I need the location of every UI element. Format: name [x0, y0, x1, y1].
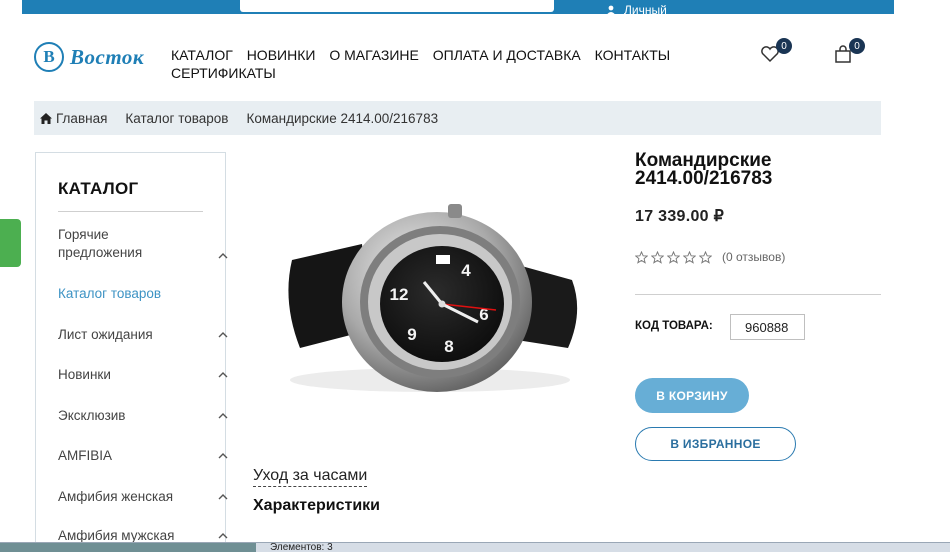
star-icon[interactable] [699, 250, 712, 264]
rating-stars[interactable] [635, 250, 712, 264]
watch-care-link[interactable]: Уход за часами [253, 467, 368, 487]
sidebar-title: КАТАЛОГ [58, 179, 139, 198]
chevron-up-icon[interactable] [218, 371, 228, 379]
taskbar-item-count: Элементов: 3 [270, 542, 333, 552]
nav-item-certificates[interactable]: СЕРТИФИКАТЫ [171, 65, 276, 81]
os-status-bar: Элементов: 3 [0, 542, 950, 552]
product-price: 17 339.00 ₽ [635, 208, 725, 225]
product-divider [635, 294, 881, 295]
sidebar-item-amfibia[interactable]: AMFIBIA [58, 447, 228, 465]
specs-heading: Характеристики [253, 497, 381, 514]
main-nav: КАТАЛОГ НОВИНКИ О МАГАЗИНЕ ОПЛАТА И ДОСТ… [171, 46, 731, 82]
sidebar-item-label: Новинки [58, 367, 111, 382]
nav-item-payment-delivery[interactable]: ОПЛАТА И ДОСТАВКА [433, 47, 581, 63]
user-icon [606, 5, 616, 15]
account-label: Личный [624, 3, 667, 17]
logo-mark-icon: B [34, 42, 64, 72]
star-icon[interactable] [667, 250, 680, 264]
nav-item-new[interactable]: НОВИНКИ [247, 47, 316, 63]
product-rating[interactable]: (0 отзывов) [635, 250, 785, 264]
logo[interactable]: B Восток [34, 42, 144, 72]
search-field[interactable] [240, 0, 554, 12]
sidebar-item-label: Горячие предложения [58, 227, 143, 260]
sidebar-item-label: AMFIBIA [58, 448, 113, 463]
svg-text:4: 4 [461, 261, 471, 280]
account-link[interactable]: Личный [606, 3, 667, 17]
nav-item-catalog[interactable]: КАТАЛОГ [171, 47, 233, 63]
wishlist-button[interactable]: 0 [760, 38, 792, 66]
star-icon[interactable] [635, 250, 648, 264]
chevron-up-icon[interactable] [218, 331, 228, 339]
svg-text:12: 12 [390, 285, 409, 304]
star-icon[interactable] [683, 250, 696, 264]
sidebar-item-label: Амфибия мужская [58, 528, 175, 543]
nav-item-contacts[interactable]: КОНТАКТЫ [595, 47, 671, 63]
sidebar-divider [58, 211, 203, 212]
add-to-cart-button[interactable]: В КОРЗИНУ [635, 378, 749, 413]
sku-value: 960888 [730, 314, 805, 340]
add-to-favorites-button[interactable]: В ИЗБРАННОЕ [635, 427, 796, 461]
taskbar-area [0, 543, 256, 552]
sidebar-item-label: Каталог товаров [58, 286, 162, 301]
chevron-up-icon[interactable] [218, 252, 228, 260]
side-widget-tab[interactable] [0, 219, 21, 267]
cart-count-badge: 0 [849, 38, 865, 54]
sku-label: КОД ТОВАРА: [635, 320, 713, 332]
nav-item-about[interactable]: О МАГАЗИНЕ [329, 47, 419, 63]
breadcrumb-home-label: Главная [56, 110, 108, 126]
sidebar-item-label: Эксклюзив [58, 408, 126, 423]
sidebar-item-waitlist[interactable]: Лист ожидания [58, 326, 228, 344]
top-bar: Личный [22, 0, 894, 17]
logo-text: Восток [70, 44, 145, 69]
sidebar-item-label: Амфибия женская [58, 489, 174, 504]
review-count[interactable]: (0 отзывов) [722, 250, 785, 264]
svg-text:8: 8 [444, 337, 453, 356]
chevron-up-icon[interactable] [218, 452, 228, 460]
sidebar-item-label: Лист ожидания [58, 327, 153, 342]
sidebar-item-amfibia-women[interactable]: Амфибия женская [58, 488, 228, 506]
breadcrumb-current: Командирские 2414.00/216783 [246, 110, 439, 126]
product-image[interactable]: 12 6 8 9 4 [252, 152, 608, 448]
chevron-up-icon[interactable] [218, 532, 228, 540]
wishlist-count-badge: 0 [776, 38, 792, 54]
sidebar-item-new[interactable]: Новинки [58, 366, 228, 384]
chevron-up-icon[interactable] [218, 493, 228, 501]
cart-button[interactable]: 0 [833, 38, 865, 66]
sidebar-item-hot-offers[interactable]: Горячие предложения [58, 226, 228, 262]
chevron-up-icon[interactable] [218, 412, 228, 420]
breadcrumb-home[interactable]: Главная [40, 111, 107, 126]
sidebar-item-exclusive[interactable]: Эксклюзив [58, 407, 228, 425]
breadcrumb: Главная Каталог товаров Командирские 241… [34, 101, 881, 135]
catalog-sidebar: КАТАЛОГ Горячие предложения Каталог това… [35, 152, 228, 552]
svg-text:9: 9 [407, 325, 416, 344]
star-icon[interactable] [651, 250, 664, 264]
home-icon [40, 112, 52, 124]
product-title: Командирские 2414.00/216783 [635, 150, 773, 189]
sidebar-item-catalog[interactable]: Каталог товаров [58, 285, 208, 303]
breadcrumb-catalog[interactable]: Каталог товаров [125, 111, 228, 126]
